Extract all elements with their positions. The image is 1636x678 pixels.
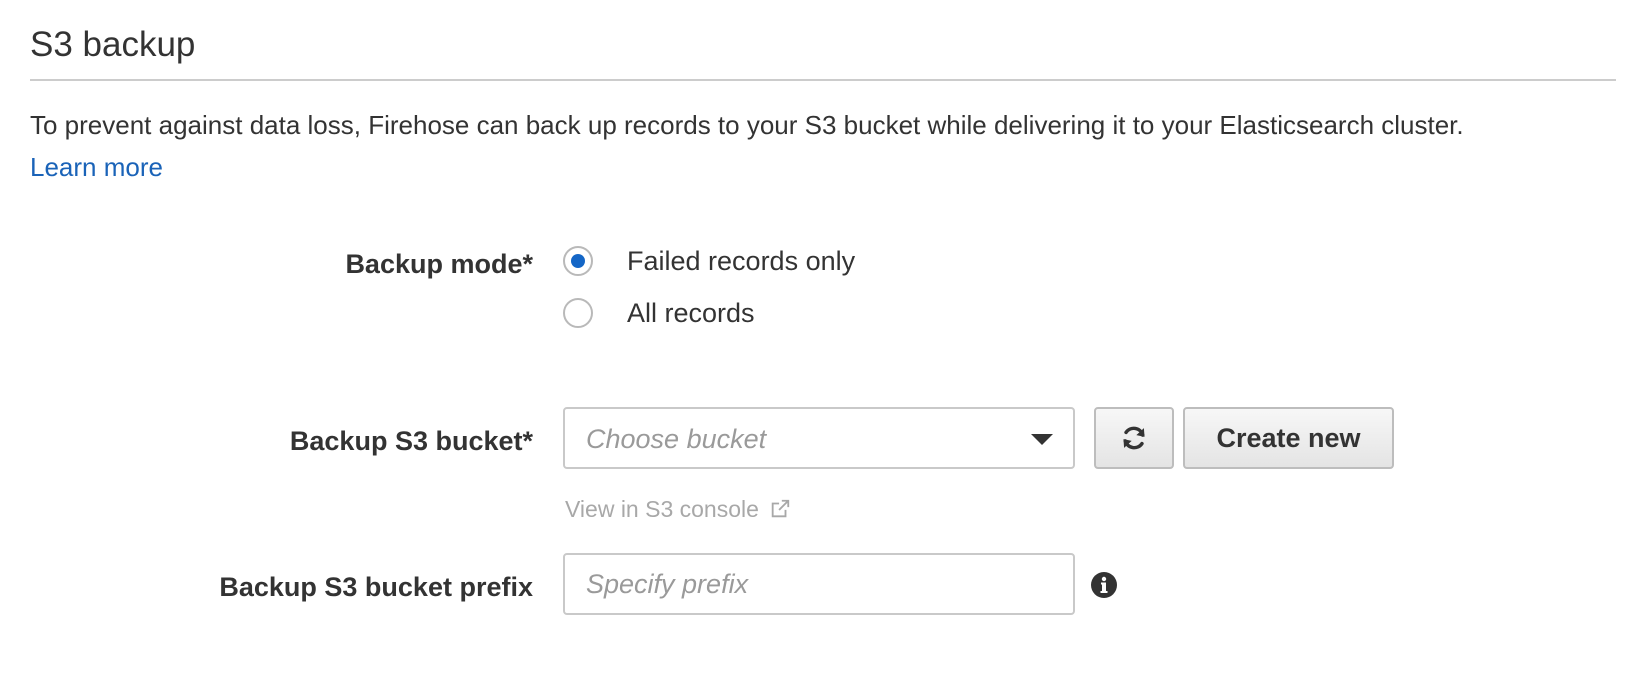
radio-all-records[interactable]: All records xyxy=(563,296,755,330)
radio-button-selected[interactable] xyxy=(563,246,593,276)
bucket-select[interactable]: Choose bucket xyxy=(563,407,1075,469)
bucket-select-placeholder: Choose bucket xyxy=(586,424,767,454)
backup-mode-label: Backup mode* xyxy=(345,249,533,279)
view-in-s3-console-link[interactable]: View in S3 console xyxy=(565,494,791,524)
backup-bucket-label: Backup S3 bucket* xyxy=(289,426,533,456)
caret-down-icon xyxy=(1031,434,1053,445)
description-text: To prevent against data loss, Firehose c… xyxy=(30,110,1464,140)
radio-label-all-records: All records xyxy=(627,298,755,328)
section-divider xyxy=(30,79,1616,81)
s3-console-link-label: View in S3 console xyxy=(565,496,759,522)
radio-failed-records-only[interactable]: Failed records only xyxy=(563,244,855,278)
section-description: To prevent against data loss, Firehose c… xyxy=(30,104,1620,188)
create-new-button[interactable]: Create new xyxy=(1183,407,1394,469)
radio-button-unselected[interactable] xyxy=(563,298,593,328)
refresh-icon xyxy=(1123,426,1145,450)
section-title: S3 backup xyxy=(30,25,196,64)
info-icon[interactable] xyxy=(1090,571,1118,599)
learn-more-link[interactable]: Learn more xyxy=(30,152,163,182)
prefix-input[interactable] xyxy=(563,553,1075,615)
backup-prefix-label: Backup S3 bucket prefix xyxy=(219,572,533,602)
radio-label-failed-records: Failed records only xyxy=(627,246,856,276)
external-link-icon xyxy=(771,499,790,518)
refresh-button[interactable] xyxy=(1094,407,1174,469)
